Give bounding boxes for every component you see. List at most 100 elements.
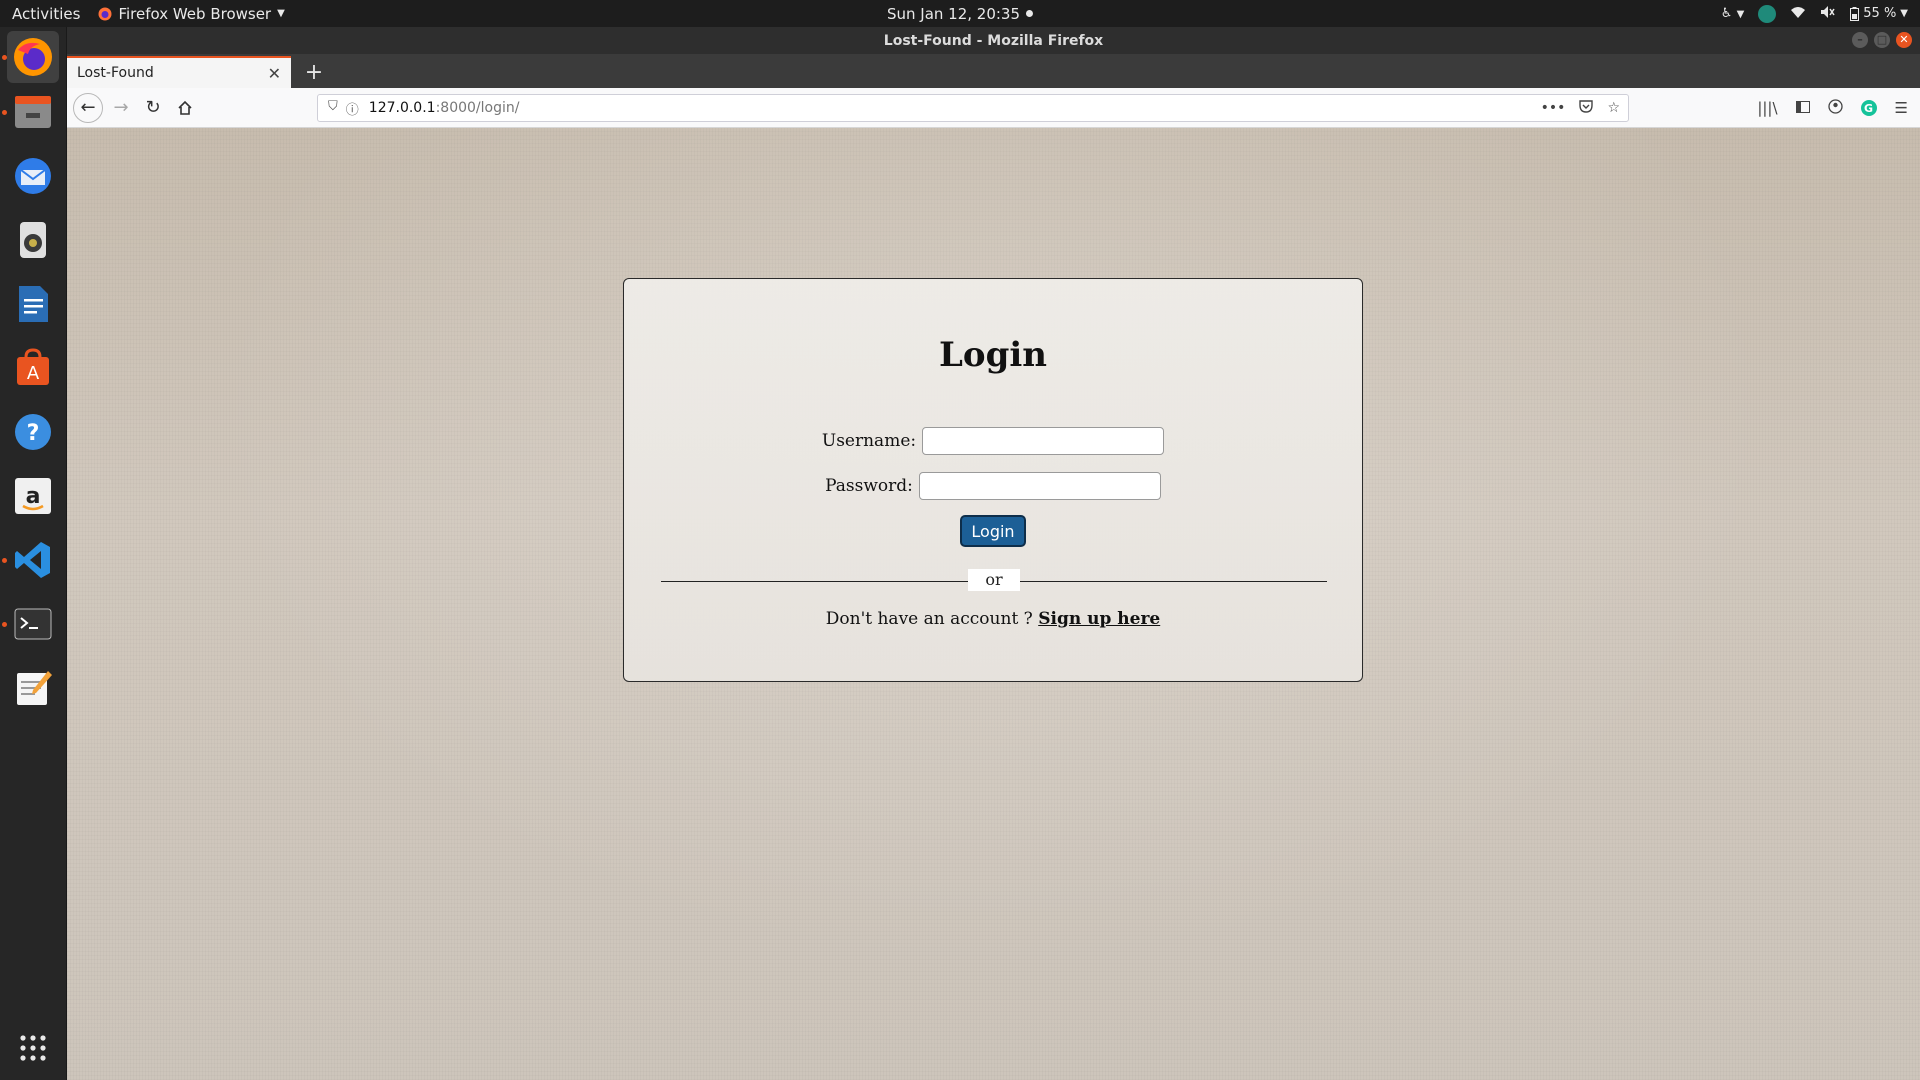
maximize-icon[interactable]: □ — [1874, 32, 1890, 48]
page-title: Login — [939, 335, 1047, 375]
running-indicator — [2, 110, 7, 115]
forward-button[interactable]: → — [107, 94, 135, 122]
running-indicator — [2, 558, 7, 563]
app-menu[interactable]: Firefox Web Browser ▼ — [92, 4, 285, 23]
text-editor-icon — [17, 671, 52, 705]
signup-row: Don't have an account ? Sign up here — [624, 609, 1362, 629]
home-icon — [178, 100, 192, 115]
tab-title: Lost-Found — [77, 65, 154, 81]
dock-item-thunderbird[interactable] — [7, 150, 59, 202]
software-icon: A — [17, 348, 49, 385]
show-applications-button[interactable] — [7, 1022, 59, 1074]
signup-prompt: Don't have an account ? — [825, 609, 1039, 629]
reload-button[interactable]: ↻ — [139, 94, 167, 122]
close-tab-icon[interactable]: ✕ — [268, 64, 281, 83]
sidebar-icon[interactable] — [1795, 99, 1810, 117]
firefox-icon — [14, 38, 52, 76]
help-icon: ? — [15, 414, 51, 450]
url-bar[interactable]: ⛉ ⓘ 127.0.0.1:8000/login/ ••• ☆ — [317, 94, 1629, 122]
app-grid-icon — [20, 1035, 46, 1061]
running-indicator — [2, 622, 7, 627]
svg-text:A: A — [27, 363, 40, 384]
terminal-icon — [14, 608, 52, 640]
arrow-left-icon: ← — [80, 97, 96, 118]
amazon-icon: a — [15, 478, 51, 514]
username-input[interactable] — [922, 427, 1165, 455]
thunderbird-icon — [15, 158, 51, 194]
battery-indicator[interactable]: 55 % ▼ — [1850, 6, 1908, 21]
password-row: Password: — [624, 472, 1362, 500]
back-button[interactable]: ← — [73, 92, 103, 123]
svg-text:a: a — [26, 484, 41, 509]
dock-item-help[interactable]: ? — [7, 406, 59, 458]
dock-item-software[interactable]: A — [7, 342, 59, 394]
dock-item-terminal[interactable] — [2, 598, 59, 650]
url-actions: ••• ☆ — [1541, 95, 1620, 121]
home-button[interactable] — [171, 94, 199, 122]
divider-or: or — [968, 569, 1020, 591]
dock-item-writer[interactable] — [7, 278, 59, 330]
account-icon[interactable] — [1827, 98, 1843, 118]
chevron-down-icon: ▼ — [277, 8, 285, 19]
navigation-toolbar: ← → ↻ ⛉ ⓘ 127.0.0.1:8000/login/ ••• ☆ ||… — [67, 88, 1920, 128]
dock-item-vscode[interactable] — [2, 534, 59, 586]
clock-text: Sun Jan 12, 20:35 — [886, 4, 1021, 23]
app-menu-label: Firefox Web Browser — [118, 4, 272, 23]
username-row: Username: — [624, 427, 1362, 455]
login-button[interactable]: Login — [960, 515, 1026, 547]
dock-item-firefox[interactable] — [2, 31, 59, 83]
writer-icon — [19, 286, 48, 322]
dock: A ? a — [0, 27, 67, 1080]
login-card: Login Username: Password: Login or Don't… — [623, 278, 1363, 682]
tab-strip: Lost-Found ✕ + — [67, 54, 1920, 88]
rhythmbox-icon — [20, 222, 46, 258]
files-icon — [15, 96, 51, 128]
page-actions-icon[interactable]: ••• — [1541, 100, 1566, 116]
url-host: 127.0.0.1 — [368, 100, 436, 116]
system-tray[interactable]: ♿ ▼ 55 % ▼ — [1721, 0, 1908, 27]
battery-icon — [1850, 6, 1860, 21]
vscode-icon — [15, 542, 50, 578]
wifi-icon[interactable] — [1790, 5, 1806, 23]
grammarly-tray-icon[interactable] — [1758, 4, 1777, 23]
username-label: Username: — [821, 431, 917, 451]
site-info-icon[interactable]: ⓘ — [346, 99, 359, 118]
clock[interactable]: Sun Jan 12, 20:35 — [886, 4, 1034, 23]
hamburger-menu-icon[interactable]: ☰ — [1895, 99, 1908, 117]
window-title: Lost-Found - Mozilla Firefox — [883, 32, 1104, 49]
grammarly-extension-icon[interactable]: G — [1860, 100, 1877, 116]
window-titlebar[interactable]: Lost-Found - Mozilla Firefox – □ ✕ — [67, 27, 1920, 54]
signup-link[interactable]: Sign up here — [1038, 609, 1160, 629]
arrow-right-icon: → — [113, 97, 129, 118]
url-path: :8000/login/ — [435, 100, 520, 116]
volume-icon[interactable] — [1820, 5, 1836, 23]
dock-item-amazon[interactable]: a — [7, 470, 59, 522]
bookmark-star-icon[interactable]: ☆ — [1607, 100, 1620, 116]
new-tab-button[interactable]: + — [299, 56, 329, 88]
battery-percent: 55 % — [1863, 6, 1897, 21]
activities-button[interactable]: Activities — [0, 5, 92, 23]
password-input[interactable] — [918, 472, 1161, 500]
dock-item-text-editor[interactable] — [7, 662, 59, 714]
library-icon[interactable]: |||\ — [1757, 99, 1777, 117]
close-window-icon[interactable]: ✕ — [1896, 32, 1912, 48]
tab-lost-found[interactable]: Lost-Found ✕ — [67, 56, 291, 88]
tracking-shield-icon[interactable]: ⛉ — [328, 99, 338, 118]
accessibility-icon[interactable]: ♿ ▼ — [1721, 6, 1745, 21]
url-security-icons: ⛉ ⓘ — [318, 99, 369, 118]
running-indicator — [2, 55, 7, 60]
notification-dot-icon — [1026, 10, 1034, 17]
password-label: Password: — [825, 476, 913, 496]
pocket-icon[interactable] — [1579, 99, 1594, 117]
window-controls: – □ ✕ — [1852, 32, 1912, 48]
reload-icon: ↻ — [145, 97, 161, 118]
dock-item-files[interactable] — [2, 86, 59, 138]
toolbar-right: |||\ G ☰ — [1757, 88, 1908, 128]
chevron-down-icon: ▼ — [1900, 8, 1908, 19]
svg-text:?: ? — [27, 421, 40, 446]
firefox-icon — [98, 7, 112, 20]
system-top-bar: Activities Firefox Web Browser ▼ Sun Jan… — [0, 0, 1920, 27]
minimize-icon[interactable]: – — [1852, 32, 1868, 48]
dock-item-rhythmbox[interactable] — [7, 214, 59, 266]
page-viewport: Login Username: Password: Login or Don't… — [67, 128, 1920, 1080]
